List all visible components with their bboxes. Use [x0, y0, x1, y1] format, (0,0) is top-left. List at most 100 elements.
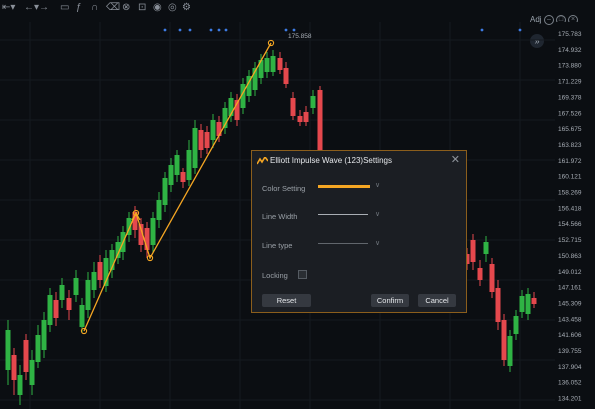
- color-setting-select[interactable]: ∨: [314, 180, 386, 192]
- candle-body: [264, 58, 270, 72]
- price-axis-label: 137.904: [558, 364, 582, 371]
- candle-body: [47, 295, 53, 325]
- line-width-select[interactable]: ∨: [314, 209, 386, 221]
- candle-body: [283, 68, 289, 84]
- price-axis-label: 150.863: [558, 253, 582, 260]
- price-axis-label: 163.823: [558, 142, 582, 149]
- marker-dot: [163, 28, 167, 32]
- candle-body: [303, 112, 309, 122]
- chevron-down-icon: ∨: [375, 211, 381, 218]
- cancel-button[interactable]: Cancel: [418, 294, 456, 307]
- candle-body: [297, 116, 303, 122]
- marker-dot: [292, 28, 296, 32]
- line-type-preview: [318, 243, 368, 244]
- side-edge: [589, 0, 595, 409]
- candle-body: [519, 296, 525, 312]
- candle-body: [91, 272, 97, 290]
- candle-body: [210, 120, 216, 140]
- marker-dot: [217, 28, 221, 32]
- price-axis-label: 149.012: [558, 269, 582, 276]
- candle-body: [53, 300, 59, 318]
- candle-body: [97, 262, 103, 280]
- price-axis-label: 165.675: [558, 126, 582, 133]
- line-type-label: Line type: [262, 241, 293, 250]
- price-axis: 175.783 174.932 173.880 171.229 169.378 167.5…: [555, 22, 589, 409]
- candle-body: [85, 280, 91, 310]
- candle-body: [174, 155, 180, 175]
- candle-body: [531, 298, 537, 304]
- price-axis-label: 167.526: [558, 110, 582, 117]
- line-width-label: Line Width: [262, 212, 298, 221]
- locking-checkbox[interactable]: [298, 270, 307, 279]
- price-axis-label: 161.972: [558, 158, 582, 165]
- price-axis-label: 154.566: [558, 221, 582, 228]
- marker-dot: [518, 28, 522, 32]
- confirm-button[interactable]: Confirm: [371, 294, 409, 307]
- candle-body: [150, 218, 156, 245]
- candle-body: [168, 165, 174, 185]
- candle-body: [162, 178, 168, 205]
- candle-body: [501, 320, 507, 360]
- price-axis-label: 152.715: [558, 237, 582, 244]
- marker-dots: [163, 28, 522, 32]
- price-axis-label: 175.783: [558, 31, 582, 38]
- price-axis-label: 147.161: [558, 285, 582, 292]
- candle-body: [483, 242, 489, 254]
- candle-body: [17, 375, 23, 395]
- candle-body: [507, 336, 513, 366]
- candle-body: [73, 278, 79, 295]
- dialog-title: Elliott Impulse Wave (123)Settings: [270, 156, 392, 165]
- price-axis-label: 158.269: [558, 190, 582, 197]
- candle-body: [156, 200, 162, 220]
- candle-body: [216, 122, 222, 136]
- chevron-down-icon: ∨: [375, 182, 381, 189]
- candle-body: [495, 288, 501, 322]
- candle-body: [513, 316, 519, 334]
- marker-dot: [188, 28, 192, 32]
- candle-body: [470, 240, 476, 262]
- reset-button[interactable]: Reset: [262, 294, 311, 307]
- price-axis-label: 136.052: [558, 380, 582, 387]
- candle-body: [204, 132, 210, 148]
- price-axis-label: 145.309: [558, 300, 582, 307]
- price-axis-label: 171.229: [558, 79, 582, 86]
- candle-body: [5, 330, 11, 370]
- price-axis-label: 169.378: [558, 94, 582, 101]
- wave-logo-icon: [257, 157, 268, 165]
- candle-body: [270, 56, 276, 72]
- candle-body: [79, 305, 85, 327]
- candle-body: [290, 98, 296, 116]
- price-axis-label: 173.880: [558, 63, 582, 70]
- candle-body: [66, 298, 72, 310]
- candle-body: [29, 360, 35, 385]
- price-axis-label: 160.121: [558, 174, 582, 181]
- marker-dot: [284, 28, 288, 32]
- candle-body: [525, 294, 531, 314]
- chevron-down-icon: ∨: [375, 240, 381, 247]
- candle-body: [59, 285, 65, 300]
- candle-body: [11, 355, 17, 380]
- candle-body: [23, 340, 29, 372]
- candle-body: [35, 335, 41, 362]
- price-axis-label: 141.606: [558, 332, 582, 339]
- marker-dot: [178, 28, 182, 32]
- candle-body: [198, 130, 204, 150]
- candle-body: [489, 264, 495, 292]
- color-setting-label: Color Setting: [262, 184, 306, 193]
- color-swatch: [318, 185, 370, 188]
- candle-body: [317, 90, 323, 150]
- settings-dialog: Elliott Impulse Wave (123)Settings ✕ Col…: [251, 150, 467, 313]
- locking-label: Locking: [262, 271, 288, 280]
- line-width-preview: [318, 214, 368, 215]
- price-axis-label: 139.755: [558, 348, 582, 355]
- candle-body: [192, 128, 198, 168]
- price-axis-label: 156.418: [558, 205, 582, 212]
- price-axis-label: 143.458: [558, 316, 582, 323]
- marker-dot: [209, 28, 213, 32]
- marker-dot: [224, 28, 228, 32]
- line-type-select[interactable]: ∨: [314, 238, 386, 250]
- candle-body: [180, 172, 186, 182]
- candle-body: [186, 150, 192, 180]
- close-icon[interactable]: ✕: [451, 153, 460, 166]
- price-axis-label: 134.201: [558, 396, 582, 403]
